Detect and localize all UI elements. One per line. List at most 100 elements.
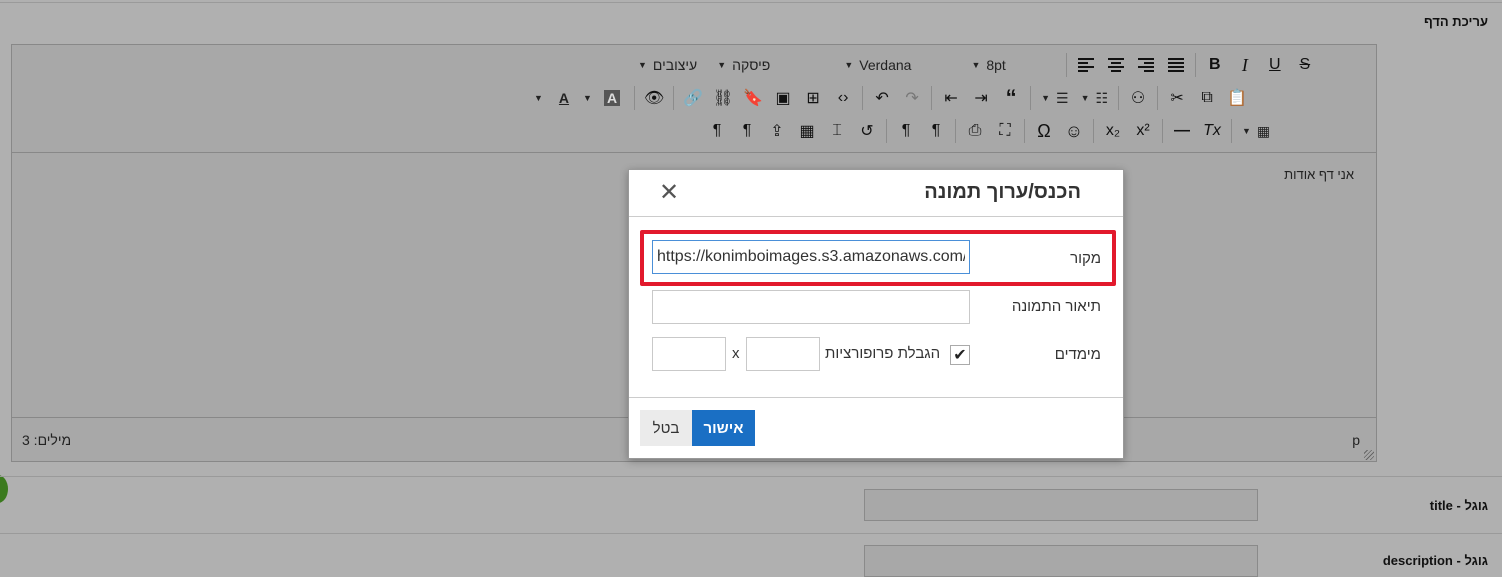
anchor-button[interactable]: 🔖 bbox=[738, 83, 768, 113]
paste-button[interactable]: 📋 bbox=[1222, 83, 1252, 113]
fullscreen-icon: ⛶ bbox=[999, 122, 1011, 139]
google-title-input[interactable] bbox=[864, 489, 1258, 521]
unlink-button[interactable]: ⛓ bbox=[708, 83, 738, 113]
align-right-icon bbox=[1137, 58, 1154, 72]
code-button[interactable]: ‹› bbox=[828, 83, 858, 113]
fullscreen-button[interactable]: ⛶ bbox=[990, 116, 1020, 146]
special-char-button[interactable]: Ω bbox=[1029, 116, 1059, 146]
ok-button[interactable]: אישור bbox=[692, 410, 755, 446]
ltr-button[interactable]: ¶ bbox=[702, 116, 732, 146]
link-button[interactable]: 🔗 bbox=[678, 83, 708, 113]
divider bbox=[0, 533, 1502, 534]
toolbar-separator bbox=[673, 86, 675, 110]
toolbar-separator bbox=[1030, 86, 1032, 110]
editor-toolbar: ▼ עיצובים ▼ עיצובים ▼ פיסקה ▼ Verdana ▼ … bbox=[12, 45, 1376, 153]
align-center-button[interactable] bbox=[1101, 50, 1131, 80]
editor-content-text: אני דף אודות bbox=[1284, 167, 1354, 182]
width-input[interactable] bbox=[746, 337, 820, 371]
page-break-icon: ⌶ bbox=[832, 122, 842, 139]
section-title: עריכת הדף bbox=[1423, 14, 1488, 29]
paragraph-rtl-button[interactable]: ¶ bbox=[921, 116, 951, 146]
height-input[interactable] bbox=[652, 337, 726, 371]
cut-button[interactable]: ✂ bbox=[1162, 83, 1192, 113]
google-description-input[interactable] bbox=[864, 545, 1258, 577]
toolbar-separator bbox=[1093, 119, 1094, 143]
dialog-title: הכנס/ערוך תמונה bbox=[924, 181, 1081, 203]
table-dropdown[interactable]: ▼ ▦ bbox=[1236, 116, 1270, 146]
image-icon: ▣ bbox=[775, 90, 791, 107]
bg-color-picker[interactable]: ▼ A bbox=[577, 83, 621, 113]
text-color-picker[interactable]: ▼ A bbox=[528, 83, 569, 113]
dialog-header: הכנס/ערוך תמונה ✕ bbox=[629, 170, 1123, 217]
toolbar-separator bbox=[1024, 119, 1025, 143]
styles-dropdown[interactable]: ▼ עיצובים bbox=[632, 50, 697, 80]
chevron-down-icon: ▼ bbox=[1041, 93, 1051, 103]
find-button[interactable]: ⚇ bbox=[1123, 83, 1153, 113]
chevron-down-icon: ▼ bbox=[583, 93, 592, 103]
divider bbox=[0, 476, 1502, 477]
align-right-button[interactable] bbox=[1131, 50, 1161, 80]
horizontal-rule-button[interactable]: — bbox=[1167, 116, 1197, 146]
history-icon: ↺ bbox=[860, 123, 874, 140]
close-icon[interactable]: ✕ bbox=[659, 178, 679, 207]
image-description-input[interactable] bbox=[652, 290, 970, 324]
source-url-input[interactable] bbox=[652, 240, 970, 274]
text-color-icon: A bbox=[558, 90, 570, 106]
link-icon: 🔗 bbox=[683, 90, 704, 107]
italic-icon: I bbox=[1241, 54, 1248, 75]
toolbar-separator bbox=[1194, 53, 1196, 77]
dimensions-label: מימדים bbox=[1054, 346, 1101, 363]
toolbar-separator bbox=[862, 86, 864, 110]
redo-button[interactable]: ↷ bbox=[897, 83, 927, 113]
bg-color-icon: A bbox=[603, 90, 621, 106]
paragraph-dropdown[interactable]: ▼ פיסקה bbox=[711, 50, 770, 80]
align-left-button[interactable] bbox=[1071, 50, 1101, 80]
outdent-button[interactable]: ⇤ bbox=[936, 83, 966, 113]
media-button[interactable]: ⊞ bbox=[798, 83, 828, 113]
align-justify-button[interactable] bbox=[1161, 50, 1191, 80]
subscript-icon: x₂ bbox=[1105, 122, 1121, 139]
bullet-list-dropdown[interactable]: ▼ ☰ bbox=[1035, 83, 1068, 113]
blockquote-button[interactable]: “ bbox=[996, 83, 1026, 113]
indent-button[interactable]: ⇥ bbox=[966, 83, 996, 113]
font-size-dropdown[interactable]: ▼ 8pt bbox=[965, 50, 1005, 80]
dimension-separator: x bbox=[732, 345, 740, 362]
element-path[interactable]: p bbox=[1352, 432, 1360, 448]
paragraph-ltr-button[interactable]: ¶ bbox=[891, 116, 921, 146]
chevron-down-icon: ▼ bbox=[534, 93, 543, 103]
strikethrough-button[interactable]: S bbox=[1290, 50, 1320, 80]
insert-button[interactable]: ⇪ bbox=[762, 116, 792, 146]
chevron-down-icon: ▼ bbox=[717, 60, 727, 70]
preview-button[interactable]: 👁 bbox=[639, 83, 669, 113]
pilcrow-icon: ¶ bbox=[742, 122, 752, 139]
table-icon: ▦ bbox=[1256, 122, 1271, 139]
print-button[interactable]: ⎙ bbox=[960, 116, 990, 146]
restore-button[interactable]: ↺ bbox=[852, 116, 882, 146]
toolbar-separator bbox=[1231, 119, 1232, 143]
font-family-dropdown[interactable]: ▼ Verdana bbox=[838, 50, 911, 80]
pilcrow-icon: ¶ bbox=[901, 122, 911, 139]
numbered-list-dropdown[interactable]: ▼ ☷ bbox=[1075, 83, 1108, 113]
undo-button[interactable]: ↶ bbox=[867, 83, 897, 113]
cancel-button[interactable]: בטל bbox=[640, 410, 692, 446]
bold-button[interactable]: B bbox=[1200, 50, 1230, 80]
template-button[interactable]: ▦ bbox=[792, 116, 822, 146]
image-button[interactable]: ▣ bbox=[768, 83, 798, 113]
rtl-button[interactable]: ¶ bbox=[732, 116, 762, 146]
italic-button[interactable]: I bbox=[1230, 50, 1260, 80]
constrain-proportions-checkbox[interactable]: ✔ bbox=[950, 345, 970, 365]
emoticon-button[interactable]: ☺ bbox=[1059, 116, 1089, 146]
toolbar-separator bbox=[955, 119, 956, 143]
source-label: מקור bbox=[1070, 250, 1101, 267]
chevron-down-icon: ▼ bbox=[971, 60, 981, 70]
underline-button[interactable]: U bbox=[1260, 50, 1290, 80]
subscript-button[interactable]: x₂ bbox=[1098, 116, 1128, 146]
superscript-button[interactable]: x² bbox=[1128, 116, 1158, 146]
toolbar-row-3: ¶ ¶ ⇪ ▦ ⌶ ↺ ¶ ¶ ⎙ ⛶ Ω ☺ x₂ x² — Tx ▼ ▦ bbox=[702, 116, 1270, 146]
resize-grip-icon[interactable] bbox=[1364, 450, 1374, 460]
toolbar-separator bbox=[1065, 53, 1067, 77]
copy-button[interactable]: ⧉ bbox=[1192, 83, 1222, 113]
bold-icon: B bbox=[1209, 56, 1221, 73]
page-break-button[interactable]: ⌶ bbox=[822, 116, 852, 146]
clear-format-button[interactable]: Tx bbox=[1197, 116, 1227, 146]
